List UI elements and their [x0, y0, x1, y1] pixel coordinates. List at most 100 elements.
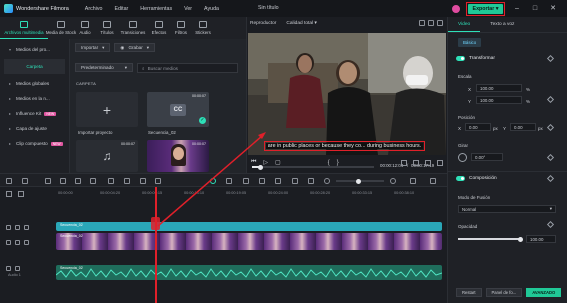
keyframe-icon[interactable] [546, 54, 555, 63]
reset-button[interactable]: Restart [456, 288, 482, 297]
sidebar-item-compound-clip[interactable]: ▸ Clip compuesto NEW [0, 136, 69, 151]
zoom-slider-handle[interactable] [356, 178, 361, 184]
zoom-slider[interactable] [336, 178, 384, 184]
mark-out-icon[interactable]: } [337, 160, 339, 166]
cut-icon[interactable] [90, 178, 96, 184]
advanced-button[interactable]: AVANZADO [526, 288, 562, 297]
tab-text-to-speech[interactable]: Texto a voz [480, 17, 524, 32]
export-button[interactable]: Exportar ▾ [468, 3, 503, 14]
composition-section[interactable]: Composición [456, 176, 497, 181]
fullscreen-icon[interactable] [437, 20, 443, 26]
lock-icon[interactable] [6, 225, 11, 230]
sidebar-item-global-media[interactable]: ▸ Medios globales [0, 76, 69, 91]
snapshot-frame-icon[interactable] [413, 160, 419, 166]
expand-icon[interactable] [437, 160, 443, 166]
play-icon[interactable]: ▷ [263, 159, 268, 166]
grid-icon[interactable] [410, 178, 416, 184]
crop-icon[interactable] [124, 178, 130, 184]
menu-ver[interactable]: Ver [184, 6, 192, 12]
shield-icon[interactable] [243, 178, 249, 184]
playback-scrubber[interactable] [252, 164, 374, 170]
tab-transitions[interactable]: Transiciones [118, 17, 148, 39]
tab-media[interactable]: Archivos multimedia [0, 17, 48, 39]
tab-effects[interactable]: Efectos [148, 17, 170, 39]
volume-icon[interactable] [425, 160, 431, 166]
position-x-field[interactable]: 0.00 [465, 123, 491, 131]
delete-icon[interactable] [75, 178, 81, 184]
sidebar-item-adjustment-layer[interactable]: ▸ Capa de ajuste [0, 121, 69, 136]
search-input[interactable]: ⌕ Buscar medios [137, 63, 238, 73]
scale-x-field[interactable]: 100.00 [476, 84, 522, 92]
link-icon[interactable] [18, 191, 24, 197]
minimize-icon[interactable]: – [513, 5, 521, 13]
menu-editar[interactable]: Editar [114, 6, 128, 12]
media-tile-audio[interactable]: 00:00:07 ♫ [76, 140, 138, 172]
previous-frame-icon[interactable]: ⏮ [251, 159, 256, 166]
scale-y-field[interactable]: 100.00 [476, 96, 522, 104]
sidebar-item-folder[interactable]: Carpeta [4, 59, 65, 74]
user-avatar-icon[interactable] [452, 4, 460, 13]
snapshot-icon[interactable] [419, 20, 425, 26]
sidebar-item-influence-kit[interactable]: ▸ Influence Kit NEW [0, 106, 69, 121]
more-icon[interactable] [430, 178, 436, 184]
video-preview[interactable]: are in public places or because they co.… [248, 33, 446, 155]
subtitle-text[interactable]: are in public places or because they co.… [266, 143, 423, 149]
rotate-field[interactable]: 0.00° [471, 153, 503, 161]
lock-icon[interactable] [6, 240, 11, 245]
opacity-slider-handle[interactable] [517, 236, 523, 242]
speaker-icon[interactable] [24, 225, 29, 230]
transform-section[interactable]: Transformar [456, 56, 495, 61]
composition-toggle[interactable] [456, 176, 465, 181]
lock-icon[interactable] [6, 266, 11, 271]
opacity-slider[interactable] [458, 236, 523, 242]
zoom-in-icon[interactable] [390, 178, 396, 184]
select-icon[interactable] [22, 178, 28, 184]
mic-icon[interactable] [259, 178, 265, 184]
stop-icon[interactable]: ▢ [275, 159, 281, 166]
playhead[interactable] [155, 187, 157, 303]
sequence-clip[interactable]: Secuencia_02 [56, 222, 442, 231]
menu-archivo[interactable]: Archivo [85, 6, 103, 12]
color-icon[interactable] [155, 178, 161, 184]
keyframe-icon[interactable] [546, 220, 555, 229]
opacity-field[interactable]: 100.00 [526, 235, 556, 243]
playhead-handle[interactable] [151, 217, 160, 230]
position-y-field[interactable]: 0.00 [510, 123, 536, 131]
ai-icon[interactable] [292, 178, 298, 184]
speaker-icon[interactable] [15, 266, 20, 271]
video-clip[interactable]: Secuencia_02 [56, 233, 442, 250]
eye-icon[interactable] [15, 225, 20, 230]
snap-icon[interactable] [308, 178, 314, 184]
player-tab[interactable]: Reproductor [250, 21, 276, 26]
import-dropdown[interactable]: Importar ▾ [75, 43, 111, 52]
zoom-out-icon[interactable] [324, 178, 330, 184]
marker-icon[interactable] [226, 178, 232, 184]
settings-icon[interactable] [428, 20, 434, 26]
menu-ayuda[interactable]: Ayuda [204, 6, 219, 12]
sort-dropdown[interactable]: Predeterminado ▾ [75, 63, 133, 72]
mark-in-icon[interactable]: { [328, 160, 330, 166]
text-icon[interactable] [108, 178, 114, 184]
media-tile-sequence[interactable]: 00:00:07 CC ✓ [147, 92, 209, 127]
media-tile-video[interactable]: 00:00:07 [147, 140, 209, 172]
render-preview-icon[interactable] [210, 178, 216, 184]
keyframe-icon[interactable] [546, 123, 555, 132]
tab-filters[interactable]: Filtros [170, 17, 192, 39]
layout-icon[interactable] [6, 178, 12, 184]
menu-herramientas[interactable]: Herramientas [140, 6, 172, 12]
tab-titles[interactable]: Títulos [96, 17, 118, 39]
sidebar-item-project-media[interactable]: ▾ Medios del pro... [0, 42, 69, 57]
voice-icon[interactable] [275, 178, 281, 184]
keyframe-icon[interactable] [546, 174, 555, 183]
close-icon[interactable]: ✕ [549, 5, 557, 13]
rotate-dial[interactable] [458, 153, 467, 162]
timeline-ruler[interactable]: 00:00:00 00:00:04:20 00:00:09:15 00:00:1… [0, 187, 447, 201]
import-project-tile[interactable]: + [76, 92, 138, 127]
tab-video[interactable]: Video [448, 17, 481, 32]
add-track-icon[interactable] [6, 191, 12, 197]
basic-tab[interactable]: Básico [458, 38, 482, 47]
quality-dropdown[interactable]: Calidad total ▾ [286, 21, 316, 26]
tab-stickers[interactable]: Stickers [192, 17, 214, 39]
speed-icon[interactable] [140, 178, 146, 184]
tab-audio[interactable]: Audio [74, 17, 96, 39]
